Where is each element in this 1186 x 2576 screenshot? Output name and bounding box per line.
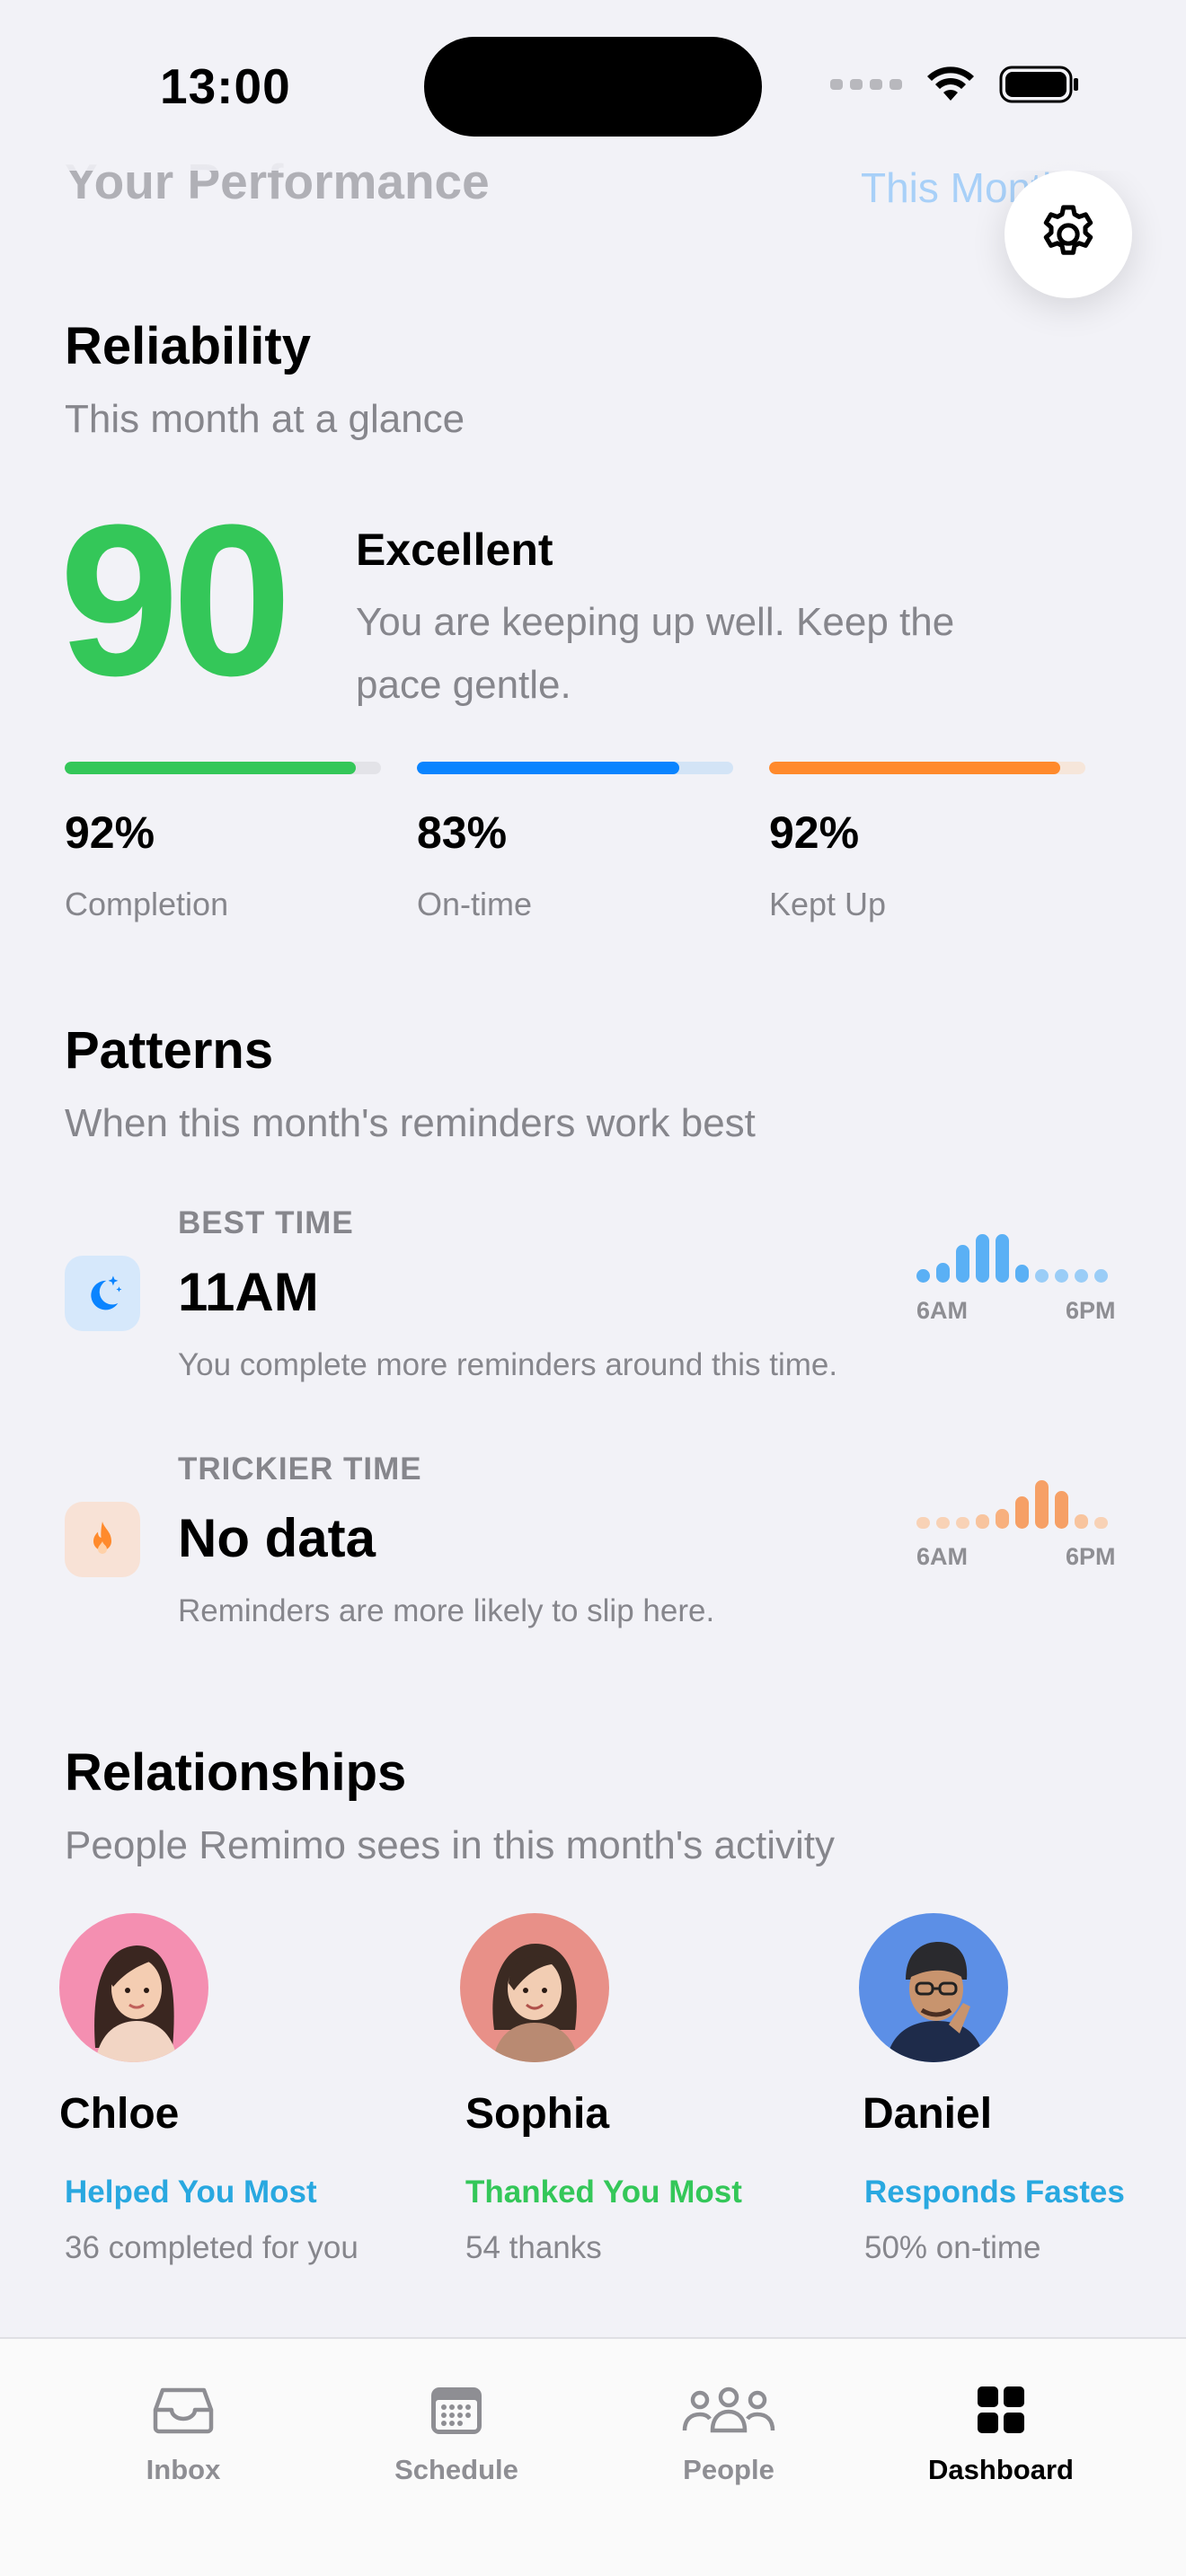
gear-icon: [1043, 205, 1093, 255]
relationships-subtitle: People Remimo sees in this month's activ…: [65, 1823, 835, 1867]
sparkline-tick-start: 6AM: [916, 1297, 969, 1324]
person-name: Daniel: [863, 2090, 993, 2138]
reliability-title: Reliability: [65, 317, 311, 375]
pattern-best-time: BEST TIME 11AM You complete more reminde…: [0, 1202, 1186, 1417]
person-tag: Responds Fastest: [864, 2175, 1125, 2210]
sparkline-tick-start: 6AM: [916, 1543, 969, 1570]
pattern-value: 11AM: [178, 1262, 319, 1322]
metric-kept-up: 92% Kept Up: [769, 762, 1085, 923]
metric-label: Completion: [65, 886, 229, 922]
metric-label: On-time: [417, 886, 533, 922]
tab-inbox[interactable]: Inbox: [75, 2377, 291, 2486]
reliability-rating: Excellent: [356, 525, 553, 575]
metric-fill: [65, 762, 356, 774]
metric-completion: 92% Completion: [65, 762, 381, 923]
person-card-chloe[interactable]: Chloe Helped You Most 36 completed for y…: [59, 1913, 401, 2266]
tab-label: Dashboard: [928, 2454, 1074, 2485]
person-card-sophia[interactable]: Sophia Thanked You Most 54 thanks: [460, 1913, 801, 2266]
patterns-title: Patterns: [65, 1021, 274, 1080]
tab-label: Inbox: [146, 2454, 221, 2485]
pattern-value: No data: [178, 1508, 376, 1568]
tab-label: Schedule: [394, 2454, 518, 2485]
sparkline-tick-end: 6PM: [1066, 1543, 1116, 1570]
metric-value: 83%: [417, 807, 508, 858]
sparkline-tick-end: 6PM: [1066, 1297, 1116, 1324]
metric-value: 92%: [65, 807, 155, 858]
trickier-time-sparkline: [916, 1480, 1108, 1529]
person-stat: 54 thanks: [465, 2230, 602, 2265]
status-time: 13:00: [160, 58, 291, 114]
status-bar: 13:00: [0, 0, 1186, 171]
status-icons: [830, 65, 1080, 104]
tab-bar: Inbox Schedule People Dashboard: [0, 2337, 1186, 2576]
pattern-trickier-time: TRICKIER TIME No data Reminders are more…: [0, 1448, 1186, 1663]
person-tag: Helped You Most: [65, 2175, 317, 2210]
settings-button[interactable]: [1005, 171, 1132, 298]
reliability-subtitle: This month at a glance: [65, 397, 465, 441]
dynamic-island: [424, 37, 762, 137]
calendar-icon: [431, 2387, 482, 2434]
tab-label: People: [683, 2454, 774, 2485]
metric-fill: [769, 762, 1060, 774]
patterns-subtitle: When this month's reminders work best: [65, 1101, 756, 1145]
inbox-icon: [153, 2387, 214, 2434]
avatar: [460, 1913, 609, 2062]
moon-sparkle-icon: [65, 1256, 140, 1331]
best-time-sparkline: [916, 1234, 1108, 1283]
person-stat: 36 completed for you: [65, 2230, 358, 2265]
pattern-description: Reminders are more likely to slip here.: [178, 1593, 715, 1628]
metric-track: [65, 762, 381, 774]
pattern-kicker: TRICKIER TIME: [178, 1451, 422, 1486]
tab-schedule[interactable]: Schedule: [349, 2377, 564, 2486]
pattern-description: You complete more reminders around this …: [178, 1347, 838, 1382]
relationships-title: Relationships: [65, 1743, 407, 1802]
person-name: Chloe: [59, 2090, 180, 2138]
flame-icon: [65, 1502, 140, 1577]
person-card-daniel[interactable]: Daniel Responds Fastest 50% on-time: [859, 1913, 1125, 2266]
person-name: Sophia: [465, 2090, 610, 2138]
person-tag: Thanked You Most: [465, 2175, 742, 2210]
metric-fill: [417, 762, 680, 774]
avatar: [59, 1913, 208, 2062]
metric-track: [769, 762, 1085, 774]
person-stat: 50% on-time: [864, 2230, 1041, 2265]
dashboard-grid-icon: [978, 2386, 1024, 2433]
cellular-signal-icon: [830, 79, 902, 90]
people-icon: [682, 2386, 775, 2433]
metric-on-time: 83% On-time: [417, 762, 733, 923]
pattern-kicker: BEST TIME: [178, 1205, 354, 1240]
metric-label: Kept Up: [769, 886, 887, 922]
tab-dashboard[interactable]: Dashboard: [893, 2377, 1109, 2486]
wifi-icon: [927, 66, 974, 101]
metric-track: [417, 762, 733, 774]
reliability-score: 90: [59, 480, 292, 720]
battery-icon: [999, 66, 1078, 103]
tab-people[interactable]: People: [621, 2377, 836, 2486]
reliability-description: You are keeping up well. Keep the pace g…: [356, 600, 955, 707]
metric-value: 92%: [769, 807, 860, 858]
avatar: [859, 1913, 1008, 2062]
